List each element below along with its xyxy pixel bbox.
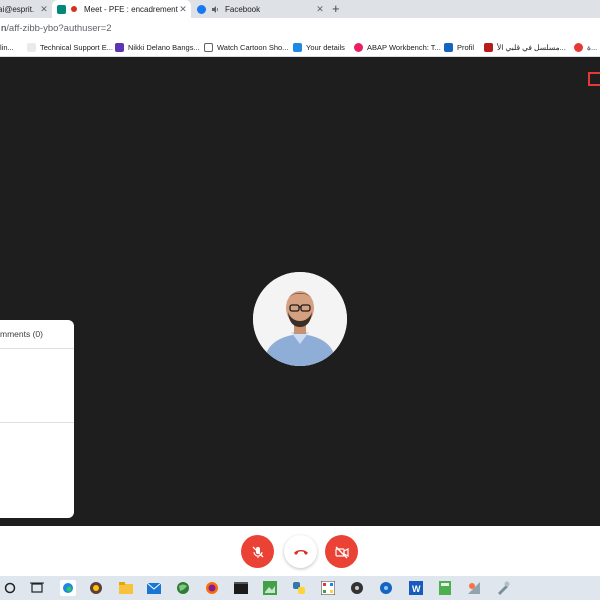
bookmarks-bar: lin... Technical Support E... Nikki Dela… [0, 39, 600, 57]
bookmark-label: lin... [0, 43, 14, 52]
bookmark-favicon-icon [574, 43, 583, 52]
comments-panel: mments (0) [0, 320, 74, 518]
tab-meet-title: Meet - PFE : encadrement [84, 4, 178, 14]
tab-meet[interactable]: Meet - PFE : encadrement ✕ [52, 0, 191, 18]
os-taskbar: W [0, 576, 600, 600]
bookmark-item[interactable]: Your details [293, 39, 345, 56]
divider [0, 348, 74, 349]
bookmark-favicon-icon [27, 43, 36, 52]
bookmark-label: Profil [457, 43, 475, 52]
svg-text:W: W [412, 584, 421, 594]
tab-email[interactable]: ai@esprit. ✕ [0, 0, 52, 18]
divider [0, 422, 74, 423]
tab-facebook-title: Facebook [225, 4, 261, 14]
tab-facebook-close-icon[interactable]: ✕ [315, 3, 325, 15]
edge-icon[interactable] [60, 580, 76, 596]
tab-email-title: ai@esprit. [0, 4, 35, 14]
task-view-icon[interactable] [29, 580, 45, 596]
bookmark-label: مسلسل في قلبي الأ... [497, 43, 566, 52]
image-editor-icon[interactable] [262, 580, 278, 596]
globe-icon[interactable] [175, 580, 191, 596]
game-icon[interactable] [88, 580, 104, 596]
search-ring-icon[interactable] [2, 580, 18, 596]
camera-off-icon [334, 546, 349, 558]
url-path: /aff-zibb-ybo?authuser=2 [6, 23, 112, 34]
bookmark-item[interactable]: Profil [444, 39, 474, 56]
meeting-stage: mments (0) [0, 57, 600, 526]
tab-meet-close-icon[interactable]: ✕ [178, 3, 188, 15]
page-icon [204, 43, 213, 52]
comments-panel-title: mments (0) [0, 329, 43, 339]
calculator-icon[interactable] [437, 580, 453, 596]
bookmark-item[interactable]: Nikki Delano Bangs... [115, 39, 200, 56]
firefox-icon[interactable] [204, 580, 220, 596]
hang-up-icon [293, 549, 308, 555]
bookmark-favicon-icon [115, 43, 124, 52]
mic-off-icon [252, 546, 263, 558]
tab-facebook[interactable]: Facebook ✕ [193, 0, 328, 18]
new-tab-button[interactable]: + [332, 1, 340, 17]
word-icon[interactable]: W [408, 580, 424, 596]
meet-favicon-icon [57, 4, 66, 14]
bookmark-label: ة... [587, 43, 598, 52]
bookmark-favicon-icon [293, 43, 302, 52]
bookmark-item[interactable]: ABAP Workbench: T... [354, 39, 441, 56]
file-explorer-icon[interactable] [118, 580, 134, 596]
address-bar[interactable]: n/aff-zibb-ybo?authuser=2 [0, 18, 600, 39]
recording-dot-icon [71, 6, 77, 12]
bookmark-item[interactable]: ة... [574, 39, 597, 56]
recording-indicator-icon [588, 72, 600, 86]
bookmark-item[interactable]: lin... [0, 39, 14, 56]
bookmark-label: Your details [306, 43, 345, 52]
mail-icon[interactable] [146, 580, 162, 596]
bookmark-item[interactable]: مسلسل في قلبي الأ... [484, 39, 566, 56]
bookmark-label: Watch Cartoon Sho... [217, 43, 289, 52]
mic-toggle-button[interactable] [241, 535, 274, 568]
python-icon[interactable] [291, 580, 307, 596]
person-portrait-icon [253, 272, 347, 366]
speaker-icon [211, 5, 220, 14]
media-player-2-icon[interactable] [378, 580, 394, 596]
hang-up-button[interactable] [284, 535, 317, 568]
bookmark-favicon-icon [484, 43, 493, 52]
camera-toggle-button[interactable] [325, 535, 358, 568]
bookmark-item[interactable]: Watch Cartoon Sho... [204, 39, 288, 56]
terminal-icon[interactable] [233, 580, 249, 596]
facebook-favicon-icon [197, 4, 206, 14]
tab-email-close-icon[interactable]: ✕ [39, 3, 49, 15]
meeting-control-bar [0, 526, 600, 576]
bookmark-favicon-icon [354, 43, 363, 52]
media-player-icon[interactable] [349, 580, 365, 596]
paint-icon[interactable] [466, 580, 482, 596]
bookmark-label: Nikki Delano Bangs... [128, 43, 200, 52]
video-editor-icon[interactable] [320, 580, 336, 596]
participant-avatar [253, 272, 347, 366]
bookmark-item[interactable]: Technical Support E... [27, 39, 113, 56]
bookmark-label: Technical Support E... [40, 43, 113, 52]
bookmark-favicon-icon [444, 43, 453, 52]
bookmark-label: ABAP Workbench: T... [367, 43, 441, 52]
browser-tab-strip: ai@esprit. ✕ Meet - PFE : encadrement ✕ … [0, 0, 600, 18]
tool-icon[interactable] [495, 580, 511, 596]
